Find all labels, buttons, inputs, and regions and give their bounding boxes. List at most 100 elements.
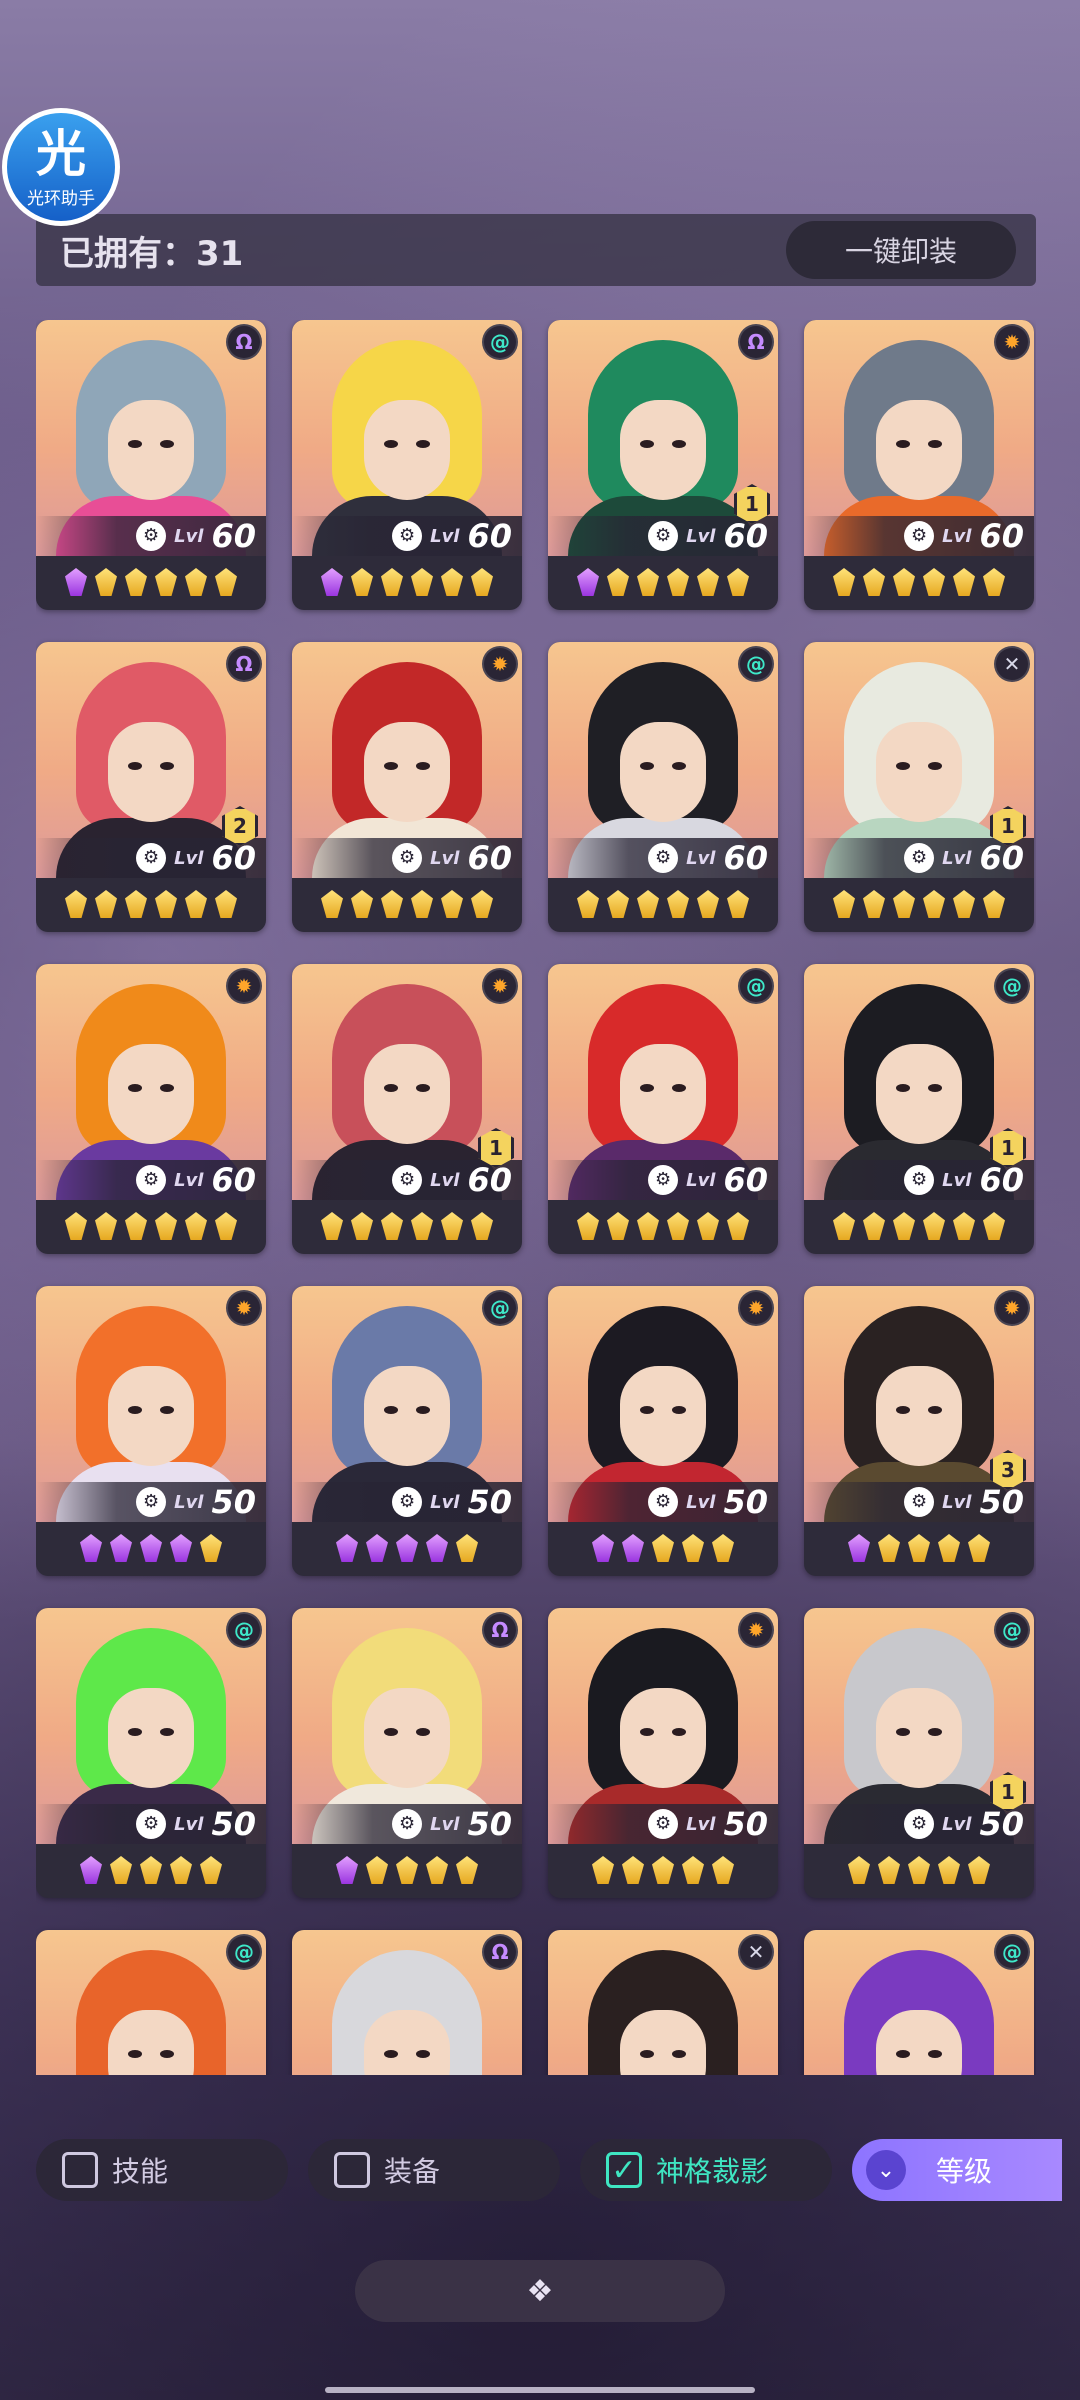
sort-level-button[interactable]: ⌄ 等级 [852, 2139, 1062, 2201]
spiral-icon: @ [738, 646, 774, 682]
level-bar: ⚙ Lvl 50 [292, 1804, 522, 1844]
level-label: Lvl [942, 1491, 972, 1513]
filter-divinity[interactable]: ✓ 神格裁影 [580, 2139, 832, 2201]
hero-card[interactable]: @1 ⚙ Lvl 60 [804, 964, 1034, 1254]
hero-card[interactable]: @ ⚙ Lvl 60 [292, 320, 522, 610]
purple-gem-icon [366, 1534, 388, 1562]
star-row [292, 1206, 522, 1246]
gold-gem-icon [95, 1212, 117, 1240]
gear-icon: ⚙ [648, 1165, 679, 1195]
hero-card[interactable]: Ω 2 ⚙ Lvl 60 [36, 642, 266, 932]
gold-gem-icon [652, 1856, 674, 1884]
gold-gem-icon [863, 890, 885, 918]
gold-gem-icon [652, 1534, 674, 1562]
gold-gem-icon [471, 568, 493, 596]
gold-gem-icon [411, 890, 433, 918]
divinity-checkbox[interactable]: ✓ [606, 2152, 642, 2188]
filter-skill[interactable]: 技能 [36, 2139, 288, 2201]
hero-grid[interactable]: Ω ⚙ Lvl 60 @ ⚙ Lvl 60 Ω 1 ⚙ Lvl 60 ✹ ⚙ Lvl 60 Ω 2 ⚙ Lvl 60 ✹ ⚙ L… [36, 320, 1036, 2075]
hero-card[interactable]: ✹ ⚙ Lvl 60 [804, 320, 1034, 610]
purple-gem-icon [396, 1534, 418, 1562]
sun-icon: ✹ [482, 968, 518, 1004]
gold-gem-icon [622, 1856, 644, 1884]
gold-gem-icon [607, 1212, 629, 1240]
level-value: 50 [211, 1483, 256, 1521]
star-row [804, 562, 1034, 602]
level-bar: ⚙ Lvl 60 [292, 838, 522, 878]
gold-gem-icon [833, 890, 855, 918]
app-logo[interactable]: 光 光环助手 [2, 108, 120, 226]
hero-card[interactable]: ✹ 3 ⚙ Lvl 50 [804, 1286, 1034, 1576]
level-bar: ⚙ Lvl 50 [548, 1804, 778, 1844]
gold-gem-icon [577, 890, 599, 918]
gold-gem-icon [441, 568, 463, 596]
level-value: 50 [467, 1805, 512, 1843]
gold-gem-icon [125, 568, 147, 596]
gold-gem-icon [712, 1534, 734, 1562]
sun-icon: ✹ [226, 968, 262, 1004]
purple-gem-icon [110, 1534, 132, 1562]
level-value: 50 [979, 1805, 1024, 1843]
gold-gem-icon [351, 890, 373, 918]
gear-icon: ⚙ [136, 1165, 167, 1195]
hero-card[interactable]: @1 ⚙ Lvl 50 [804, 1608, 1034, 1898]
hero-card[interactable]: ✹ ⚙ Lvl 60 [36, 964, 266, 1254]
star-row [804, 884, 1034, 924]
gold-gem-icon [125, 890, 147, 918]
gold-gem-icon [426, 1856, 448, 1884]
gold-gem-icon [456, 1534, 478, 1562]
level-label: Lvl [430, 1169, 460, 1191]
hero-card[interactable]: @ [36, 1930, 266, 2075]
hero-card[interactable]: Ω ⚙ Lvl 60 [36, 320, 266, 610]
level-value: 60 [211, 839, 256, 877]
level-label: Lvl [942, 847, 972, 869]
hero-card[interactable]: Ω [292, 1930, 522, 2075]
expand-toggle-bar[interactable]: ❖ [355, 2260, 725, 2322]
gold-gem-icon [893, 568, 915, 596]
filter-equipment[interactable]: 装备 [308, 2139, 560, 2201]
hero-card[interactable]: @ ⚙ Lvl 60 [548, 642, 778, 932]
home-indicator[interactable] [325, 2387, 755, 2393]
hero-card[interactable]: ✹ ⚙ Lvl 50 [548, 1608, 778, 1898]
hero-card[interactable]: @ ⚙ Lvl 50 [292, 1286, 522, 1576]
cross-icon: ✕ [994, 646, 1030, 682]
hero-card[interactable]: ✹ ⚙ Lvl 50 [36, 1286, 266, 1576]
cross-icon: ✕ [738, 1934, 774, 1970]
level-value: 50 [979, 1483, 1024, 1521]
gear-icon: ⚙ [136, 1809, 167, 1839]
hero-card[interactable]: ✕ [548, 1930, 778, 2075]
hero-card[interactable]: ✹ 1 ⚙ Lvl 60 [292, 964, 522, 1254]
gold-gem-icon [321, 890, 343, 918]
hero-card[interactable]: @ ⚙ Lvl 50 [36, 1608, 266, 1898]
equipment-checkbox[interactable] [334, 2152, 370, 2188]
gear-icon: ⚙ [904, 1165, 935, 1195]
unload-all-button[interactable]: 一键卸装 [786, 221, 1016, 279]
hero-card[interactable]: ✹ ⚙ Lvl 60 [292, 642, 522, 932]
gold-gem-icon [667, 890, 689, 918]
gold-gem-icon [140, 1856, 162, 1884]
gold-gem-icon [215, 890, 237, 918]
level-bar: ⚙ Lvl 50 [548, 1482, 778, 1522]
skill-checkbox[interactable] [62, 2152, 98, 2188]
level-bar: ⚙ Lvl 60 [548, 838, 778, 878]
sort-level-label: 等级 [936, 2155, 993, 2188]
level-label: Lvl [430, 1813, 460, 1835]
gear-icon: ⚙ [904, 1809, 935, 1839]
spiral-icon: @ [738, 968, 774, 1004]
gold-gem-icon [215, 568, 237, 596]
hero-card[interactable]: Ω ⚙ Lvl 50 [292, 1608, 522, 1898]
hero-card[interactable]: @ [804, 1930, 1034, 2075]
hero-card[interactable]: Ω 1 ⚙ Lvl 60 [548, 320, 778, 610]
hero-card[interactable]: ✕ 1 ⚙ Lvl 60 [804, 642, 1034, 932]
filter-bar: 技能 装备 ✓ 神格裁影 ⌄ 等级 [36, 2138, 1080, 2202]
gold-gem-icon [185, 890, 207, 918]
spiral-icon: @ [994, 1934, 1030, 1970]
gold-gem-icon [953, 568, 975, 596]
level-label: Lvl [174, 1813, 204, 1835]
star-row [292, 1528, 522, 1568]
hero-card[interactable]: ✹ ⚙ Lvl 50 [548, 1286, 778, 1576]
gold-gem-icon [923, 890, 945, 918]
hero-card[interactable]: @ ⚙ Lvl 60 [548, 964, 778, 1254]
gold-gem-icon [983, 890, 1005, 918]
level-bar: ⚙ Lvl 50 [36, 1804, 266, 1844]
